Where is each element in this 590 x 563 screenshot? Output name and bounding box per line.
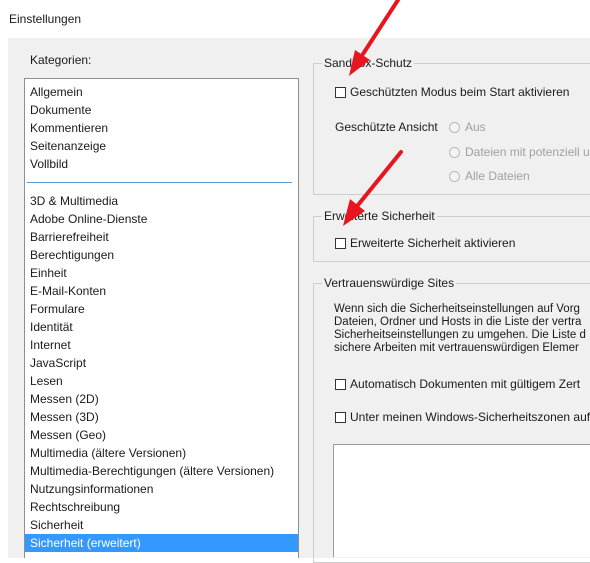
enhanced-security-checkbox[interactable] xyxy=(335,237,346,249)
category-item[interactable]: Kommentieren xyxy=(25,119,298,137)
auto-trust-certified-checkbox[interactable] xyxy=(335,378,346,390)
description-line: Dateien, Ordner und Hosts in die Liste d… xyxy=(334,316,582,328)
trusted-sites-description: Wenn sich die Sicherheitseinstellungen a… xyxy=(334,303,590,355)
radio-all-files-label: Alle Dateien xyxy=(465,169,530,183)
window-title: Einstellungen xyxy=(9,12,82,26)
windows-zones-label: Unter meinen Windows-Sicherheitszonen au… xyxy=(350,410,590,424)
category-item[interactable]: Multimedia-Berechtigungen (ältere Versio… xyxy=(25,462,298,480)
category-item[interactable]: Berechtigungen xyxy=(25,246,298,264)
category-item[interactable]: Vollbild xyxy=(25,155,298,173)
enhanced-security-label: Erweiterte Sicherheit aktivieren xyxy=(350,236,516,250)
category-item[interactable]: Barrierefreiheit xyxy=(25,228,298,246)
categories-separator xyxy=(27,182,292,183)
category-item[interactable]: E-Mail-Konten xyxy=(25,282,298,300)
enhanced-security-checkbox-row[interactable]: Erweiterte Sicherheit aktivieren xyxy=(335,236,515,250)
category-item[interactable]: Seitenanzeige xyxy=(25,137,298,155)
protected-mode-checkbox[interactable] xyxy=(335,86,346,98)
radio-potential-files-label: Dateien mit potenziell u xyxy=(465,145,590,159)
sandbox-group-title: Sandbox-Schutz xyxy=(322,56,415,70)
category-item[interactable]: Lesen xyxy=(25,372,298,390)
category-item[interactable]: Identität xyxy=(25,318,298,336)
enhanced-security-group-title: Erweiterte Sicherheit xyxy=(322,209,437,223)
description-line: Sicherheitseinstellungen zu umgehen. Die… xyxy=(334,329,586,341)
auto-trust-certified-row[interactable]: Automatisch Dokumenten mit gültigem Zert xyxy=(335,377,580,391)
category-item[interactable]: Allgemein xyxy=(25,83,298,101)
radio-all-files-button[interactable] xyxy=(449,170,460,182)
description-line: Wenn sich die Sicherheitseinstellungen a… xyxy=(334,303,580,315)
protected-mode-checkbox-row[interactable]: Geschützten Modus beim Start aktivieren xyxy=(335,85,569,99)
radio-off-button[interactable] xyxy=(449,121,460,133)
category-item[interactable]: Formulare xyxy=(25,300,298,318)
radio-potential-files-button[interactable] xyxy=(449,146,460,158)
radio-potential-files[interactable]: Dateien mit potenziell u xyxy=(449,145,590,159)
radio-off-label: Aus xyxy=(465,120,486,134)
radio-off[interactable]: Aus xyxy=(449,120,486,134)
category-item[interactable]: Messen (3D) xyxy=(25,408,298,426)
category-item[interactable]: Dokumente xyxy=(25,101,298,119)
windows-zones-checkbox[interactable] xyxy=(335,411,346,423)
category-item[interactable]: Sicherheit xyxy=(25,516,298,534)
category-item[interactable]: Multimedia (ältere Versionen) xyxy=(25,444,298,462)
categories-list[interactable]: Allgemein Dokumente Kommentieren Seitenanze… xyxy=(24,78,299,558)
trusted-sites-list[interactable] xyxy=(333,444,590,557)
description-line: sichere Arbeiten mit vertrauenswürdigen … xyxy=(334,342,579,354)
radio-all-files[interactable]: Alle Dateien xyxy=(449,169,530,183)
trusted-sites-group-title: Vertrauenswürdige Sites xyxy=(322,276,457,290)
category-item[interactable]: Rechtschreibung xyxy=(25,498,298,516)
category-item[interactable]: Einheit xyxy=(25,264,298,282)
protected-mode-label: Geschützten Modus beim Start aktivieren xyxy=(350,85,570,99)
category-item[interactable]: Adobe Online-Dienste xyxy=(25,210,298,228)
categories-label: Kategorien: xyxy=(30,53,92,67)
category-item[interactable]: Messen (Geo) xyxy=(25,426,298,444)
category-item[interactable]: Internet xyxy=(25,336,298,354)
category-item[interactable]: Nutzungsinformationen xyxy=(25,480,298,498)
category-item[interactable]: Sicherheit (erweitert) xyxy=(25,534,298,552)
category-item[interactable]: Messen (2D) xyxy=(25,390,298,408)
protected-view-label: Geschützte Ansicht xyxy=(335,120,438,134)
windows-zones-row[interactable]: Unter meinen Windows-Sicherheitszonen au… xyxy=(335,410,590,424)
category-item[interactable]: 3D & Multimedia xyxy=(25,192,298,210)
auto-trust-certified-label: Automatisch Dokumenten mit gültigem Zert xyxy=(350,377,581,391)
category-item[interactable]: JavaScript xyxy=(25,354,298,372)
